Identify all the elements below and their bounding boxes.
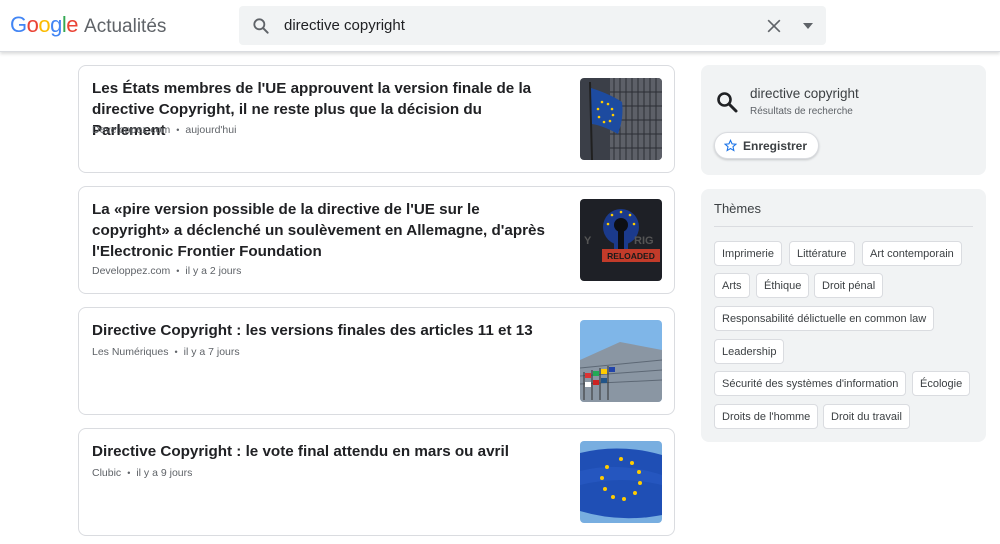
article-card[interactable]: Les États membres de l'UE approuvent la … xyxy=(78,65,675,173)
article-title[interactable]: Directive Copyright : les versions final… xyxy=(92,320,557,341)
article-source[interactable]: Les Numériques xyxy=(92,346,168,358)
article-meta: Developpez.com • il y a 2 jours xyxy=(92,265,242,277)
article-time: il y a 2 jours xyxy=(185,265,242,277)
article-meta: Clubic • il y a 9 jours xyxy=(92,467,193,479)
article-time: aujourd'hui xyxy=(185,124,237,136)
star-outline-icon xyxy=(724,139,737,152)
top-bar: Google Actualités xyxy=(0,0,1000,52)
query-subtitle: Résultats de recherche xyxy=(750,106,853,117)
article-meta: Developpez.com • aujourd'hui xyxy=(92,124,237,136)
article-title[interactable]: La «pire version possible de la directiv… xyxy=(92,199,557,262)
article-time: il y a 9 jours xyxy=(136,467,193,479)
search-icon xyxy=(717,92,738,113)
theme-chip[interactable]: Leadership xyxy=(714,339,785,364)
article-thumbnail[interactable] xyxy=(580,320,662,402)
search-query-panel: directive copyright Résultats de recherc… xyxy=(701,65,986,175)
product-name: Actualités xyxy=(84,16,167,37)
article-thumbnail[interactable] xyxy=(580,441,662,523)
save-search-button[interactable]: Enregistrer xyxy=(714,132,820,159)
article-title[interactable]: Directive Copyright : le vote final atte… xyxy=(92,441,557,462)
article-source[interactable]: Developpez.com xyxy=(92,265,170,277)
article-card[interactable]: Directive Copyright : les versions final… xyxy=(78,307,675,415)
article-source[interactable]: Developpez.com xyxy=(92,124,170,136)
search-icon[interactable] xyxy=(251,16,271,36)
themes-title: Thèmes xyxy=(714,201,761,216)
thumb-side-text-left: Y xyxy=(584,235,592,247)
theme-chip[interactable]: Arts xyxy=(714,273,750,298)
save-button-label: Enregistrer xyxy=(743,138,808,153)
thumb-reloaded-text: RELOADED xyxy=(607,251,655,261)
theme-chip[interactable]: Sécurité des systèmes d'information xyxy=(714,371,907,396)
article-thumbnail[interactable]: Y RIG RELOADED xyxy=(580,199,662,281)
theme-chip[interactable]: Éthique xyxy=(756,273,810,298)
article-card[interactable]: Directive Copyright : le vote final atte… xyxy=(78,428,675,536)
article-card[interactable]: La «pire version possible de la directiv… xyxy=(78,186,675,294)
caret-down-icon[interactable] xyxy=(803,23,813,29)
article-source[interactable]: Clubic xyxy=(92,467,121,479)
theme-chip[interactable]: Responsabilité délictuelle en common law xyxy=(714,306,935,331)
search-input[interactable] xyxy=(284,17,734,34)
close-icon[interactable] xyxy=(764,16,784,36)
themes-panel: Thèmes Imprimerie Littérature Art contem… xyxy=(701,189,986,442)
theme-chip[interactable]: Littérature xyxy=(789,241,855,266)
article-meta: Les Numériques • il y a 7 jours xyxy=(92,346,240,358)
thumb-side-text-right: RIG xyxy=(634,235,654,247)
theme-chip[interactable]: Droit du travail xyxy=(823,404,910,429)
article-thumbnail[interactable] xyxy=(580,78,662,160)
theme-chip[interactable]: Droits de l'homme xyxy=(714,404,819,429)
article-time: il y a 7 jours xyxy=(183,346,240,358)
google-news-logo[interactable]: Google Actualités xyxy=(10,12,166,38)
google-wordmark: Google xyxy=(10,12,79,37)
theme-chip[interactable]: Droit pénal xyxy=(814,273,884,298)
theme-chip[interactable]: Art contemporain xyxy=(862,241,962,266)
query-title: directive copyright xyxy=(750,86,859,101)
search-bar[interactable] xyxy=(239,6,826,45)
theme-chip[interactable]: Imprimerie xyxy=(714,241,782,266)
divider xyxy=(714,226,973,227)
theme-chip[interactable]: Écologie xyxy=(912,371,971,396)
